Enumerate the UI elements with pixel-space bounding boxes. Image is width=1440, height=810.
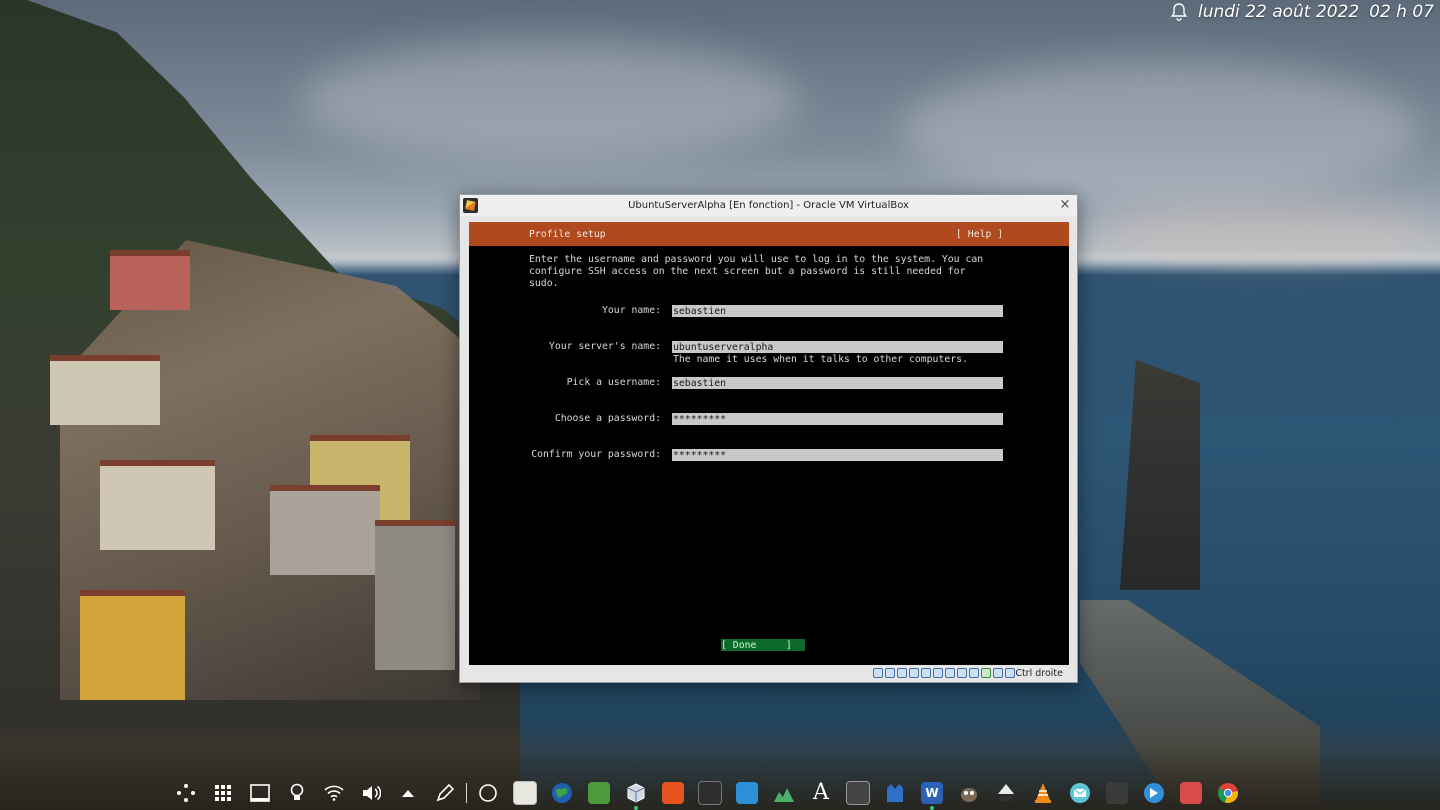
- virtualbox-icon[interactable]: [624, 781, 648, 810]
- wallpaper-house: [375, 520, 455, 670]
- volume-icon[interactable]: [359, 781, 383, 805]
- top-clock[interactable]: lundi 22 août 2022 02 h 07: [1170, 2, 1434, 22]
- pen-icon[interactable]: [433, 781, 457, 805]
- installer-header: Profile setup [ Help ]: [469, 222, 1069, 246]
- server-name-input[interactable]: ubuntuserveralpha: [672, 341, 1003, 353]
- form-row-confirm-password: Confirm your password: *********: [469, 449, 1069, 461]
- field-label: Your server's name:: [548, 341, 661, 352]
- form-row-username: Pick a username: sebastien: [469, 377, 1069, 389]
- running-indicator: [930, 806, 934, 810]
- keyboard-icon[interactable]: [1005, 668, 1015, 678]
- wallpaper-cloud: [300, 40, 800, 160]
- your-name-input[interactable]: sebastien: [672, 305, 1003, 317]
- vlc-icon[interactable]: [1031, 781, 1055, 805]
- installer-intro-text: Enter the username and password you will…: [529, 254, 984, 289]
- desktop-icon[interactable]: [248, 781, 272, 805]
- host-key-label: Ctrl droite: [1015, 668, 1063, 679]
- console-icon[interactable]: [1105, 781, 1129, 805]
- vbox-statusbar: Ctrl droite: [460, 666, 1077, 682]
- form-row-server-name: Your server's name: ubuntuserveralpha Th…: [469, 341, 1069, 365]
- lightbulb-icon[interactable]: [285, 781, 309, 805]
- dock: A W: [174, 776, 1240, 810]
- app-grid-icon[interactable]: [211, 781, 235, 805]
- circle-icon[interactable]: [476, 781, 500, 805]
- font-viewer-letter: A: [813, 780, 829, 805]
- ubuntu-icon[interactable]: [661, 781, 685, 805]
- display-icon[interactable]: [945, 668, 955, 678]
- word-letter: W: [921, 782, 943, 804]
- wallpaper-house: [80, 590, 185, 700]
- virtualbox-window[interactable]: UbuntuServerAlpha [En fonction] - Oracle…: [459, 194, 1078, 683]
- inkscape-icon[interactable]: [994, 781, 1018, 805]
- clock-date: lundi 22 août 2022: [1197, 2, 1360, 22]
- network-icon[interactable]: [909, 668, 919, 678]
- mouse-integration-icon[interactable]: [993, 668, 1003, 678]
- field-label: Your name:: [602, 305, 661, 316]
- close-icon[interactable]: ×: [1058, 195, 1072, 215]
- field-label: Confirm your password:: [531, 449, 661, 460]
- wallpaper-cliff: [1120, 360, 1200, 590]
- field-label: Choose a password:: [554, 413, 661, 424]
- status-icons: [873, 668, 1015, 678]
- field-label: Pick a username:: [566, 377, 661, 388]
- apps-launcher-icon[interactable]: [174, 781, 198, 805]
- done-button[interactable]: [ Done ]: [721, 639, 805, 651]
- virtualbox-app-icon[interactable]: [463, 198, 478, 213]
- form-row-password: Choose a password: *********: [469, 413, 1069, 425]
- mail-icon[interactable]: [1068, 781, 1092, 805]
- kate-icon[interactable]: [883, 781, 907, 805]
- optical-drive-icon[interactable]: [885, 668, 895, 678]
- installer-section-title: Profile setup: [529, 229, 606, 240]
- wallpaper-house: [110, 250, 190, 310]
- cpu-icon[interactable]: [969, 668, 979, 678]
- shared-folder-icon[interactable]: [933, 668, 943, 678]
- guest-additions-icon[interactable]: [981, 668, 991, 678]
- form-row-name: Your name: sebastien: [469, 305, 1069, 317]
- server-name-hint: The name it uses when it talks to other …: [673, 354, 968, 365]
- system-monitor-icon[interactable]: [772, 781, 796, 805]
- vm-screen[interactable]: Profile setup [ Help ] Enter the usernam…: [469, 222, 1069, 665]
- hard-disk-icon[interactable]: [873, 668, 883, 678]
- calculator-icon[interactable]: [846, 781, 870, 805]
- screenshot-icon[interactable]: [735, 781, 759, 805]
- wallpaper-cloud: [1100, 200, 1440, 260]
- usb-icon[interactable]: [921, 668, 931, 678]
- wifi-icon[interactable]: [322, 781, 346, 805]
- files-icon[interactable]: [1179, 781, 1203, 805]
- font-viewer-icon[interactable]: A: [809, 781, 833, 805]
- wallpaper-house: [270, 485, 380, 575]
- gimp-icon[interactable]: [957, 781, 981, 805]
- wallpaper-house: [100, 460, 215, 550]
- wallpaper-house: [50, 355, 160, 425]
- word-icon[interactable]: W: [920, 781, 944, 810]
- tray-up-arrow-icon[interactable]: [396, 781, 420, 805]
- clock-time: 02 h 07: [1369, 2, 1434, 22]
- wallpaper-cloud: [900, 60, 1420, 200]
- help-button[interactable]: [ Help ]: [956, 222, 1003, 248]
- recording-icon[interactable]: [957, 668, 967, 678]
- running-indicator: [634, 806, 638, 810]
- archive-icon[interactable]: [587, 781, 611, 805]
- text-editor-icon[interactable]: [513, 781, 537, 805]
- window-titlebar[interactable]: UbuntuServerAlpha [En fonction] - Oracle…: [460, 195, 1077, 216]
- audio-icon[interactable]: [897, 668, 907, 678]
- chrome-icon[interactable]: [1216, 781, 1240, 805]
- confirm-password-input[interactable]: *********: [672, 449, 1003, 461]
- notification-bell-icon[interactable]: [1170, 2, 1188, 22]
- username-input[interactable]: sebastien: [672, 377, 1003, 389]
- kdeconnect-icon[interactable]: [1142, 781, 1166, 805]
- dock-separator: [466, 783, 467, 803]
- earth-icon[interactable]: [550, 781, 574, 805]
- window-title: UbuntuServerAlpha [En fonction] - Oracle…: [628, 200, 909, 211]
- terminal-icon[interactable]: [698, 781, 722, 805]
- password-input[interactable]: *********: [672, 413, 1003, 425]
